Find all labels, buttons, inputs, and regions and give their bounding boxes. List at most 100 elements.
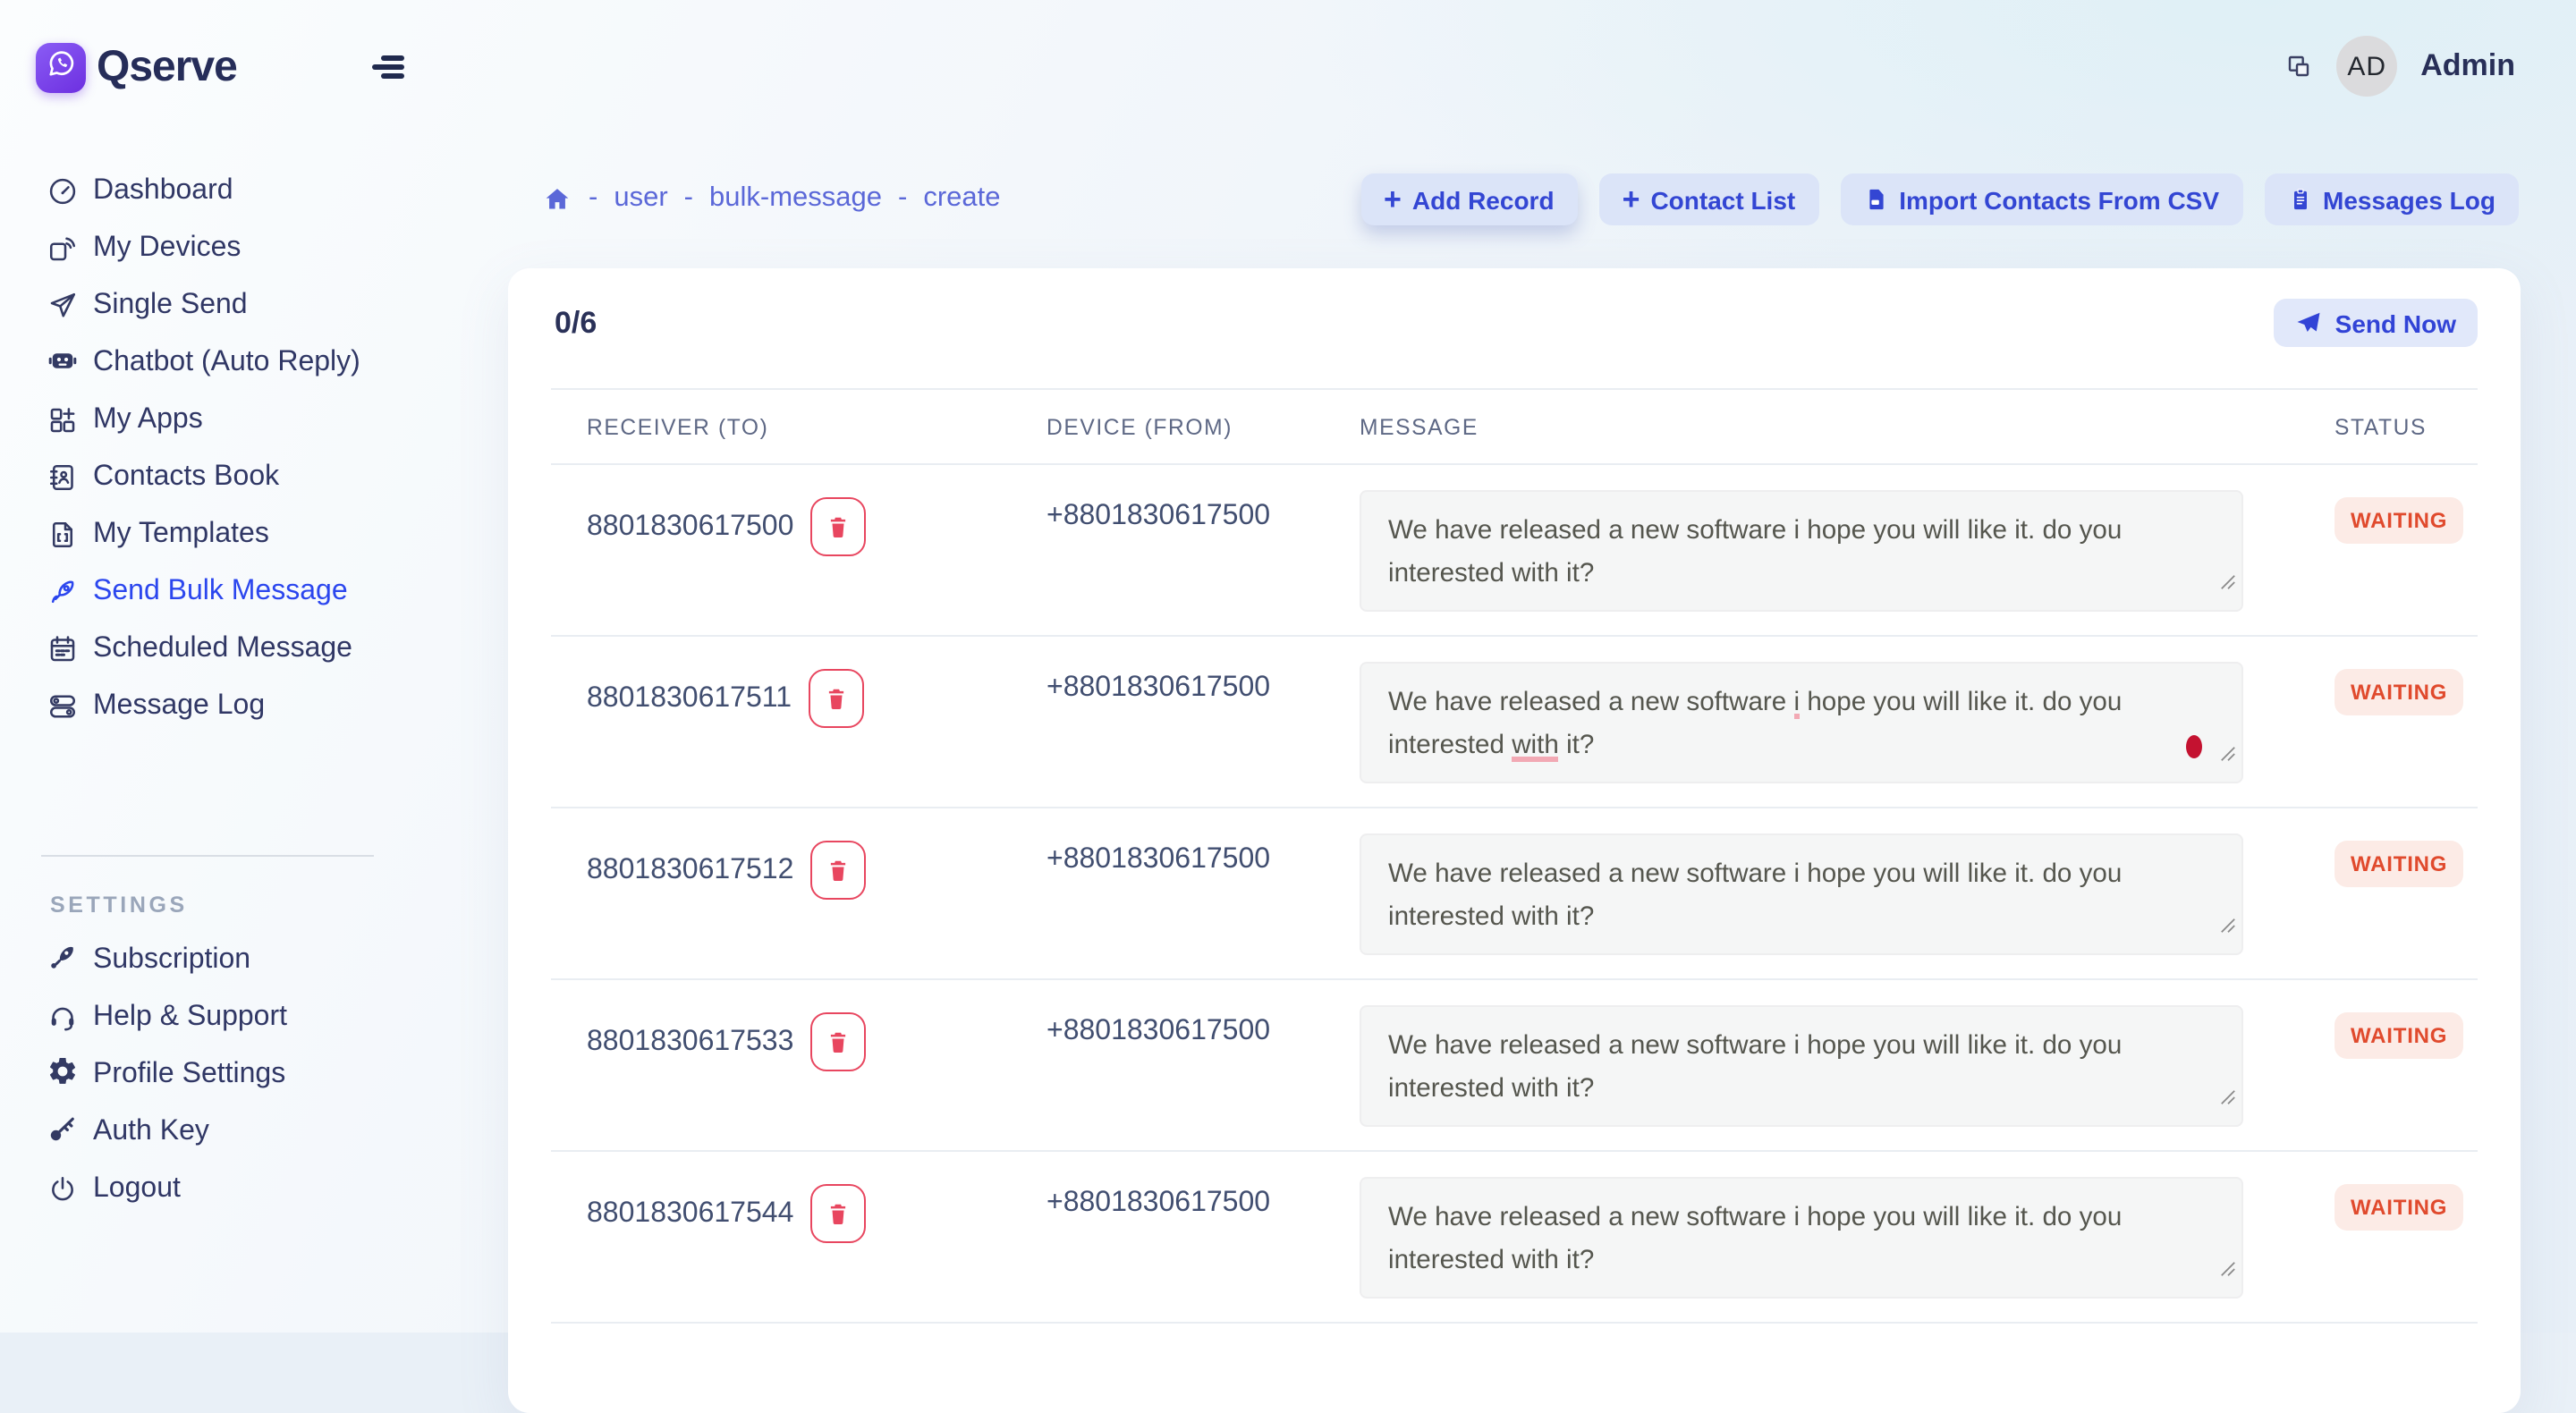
sidebar-item-scheduled-message[interactable]: Scheduled Message	[47, 628, 360, 671]
status-badge: WAITING	[2334, 1012, 2463, 1059]
sidebar-item-subscription[interactable]: Subscription	[47, 939, 287, 982]
table-row: 8801830617511 +8801830617500 We have rel…	[551, 637, 2478, 808]
status-badge: WAITING	[2334, 1184, 2463, 1231]
message-textarea[interactable]: We have released a new software i hope y…	[1360, 490, 2243, 612]
gear-icon	[47, 1054, 79, 1096]
sidebar-item-contacts-book[interactable]: Contacts Book	[47, 456, 360, 499]
sidebar-item-label: Scheduled Message	[93, 633, 352, 665]
device-number: +8801830617500	[1046, 1188, 1360, 1220]
toggles-icon	[47, 690, 79, 723]
sidebar-item-label: My Devices	[93, 233, 241, 265]
resize-handle-icon[interactable]	[2220, 733, 2236, 776]
breadcrumb-bulk-message[interactable]: bulk-message	[709, 182, 882, 215]
sidebar-item-dashboard[interactable]: Dashboard	[47, 170, 360, 213]
sidebar-settings-nav: Subscription Help & Support Profile Sett…	[47, 939, 287, 1211]
message-textarea[interactable]: We have released a new software i hope y…	[1360, 1005, 2243, 1127]
app-root: Qserve AD Admin Dashboard My Devices	[0, 0, 2576, 1333]
breadcrumb-separator: -	[898, 182, 907, 215]
contacts-book-icon	[47, 461, 79, 494]
brand-logo[interactable]	[36, 43, 86, 93]
sidebar-item-single-send[interactable]: Single Send	[47, 284, 360, 327]
table-row: 8801830617500 +8801830617500 We have rel…	[551, 465, 2478, 637]
add-record-button[interactable]: + Add Record	[1360, 173, 1578, 225]
send-now-button[interactable]: Send Now	[2275, 299, 2478, 347]
receiver-number: 8801830617544	[587, 1197, 793, 1230]
sidebar-item-auth-key[interactable]: Auth Key	[47, 1111, 287, 1154]
paper-plane-icon	[47, 290, 79, 322]
import-contacts-csv-button[interactable]: Import Contacts From CSV	[1840, 173, 2242, 225]
sidebar-item-my-apps[interactable]: My Apps	[47, 399, 360, 442]
sidebar-item-label: Contacts Book	[93, 461, 279, 494]
sidebar-divider	[41, 855, 374, 857]
receiver-number: 8801830617512	[587, 854, 793, 886]
home-icon[interactable]	[542, 183, 572, 214]
sidebar-item-profile-settings[interactable]: Profile Settings	[47, 1053, 287, 1096]
messages-log-button[interactable]: Messages Log	[2264, 173, 2519, 225]
sidebar-item-label: Help & Support	[93, 1002, 287, 1034]
delete-row-button[interactable]	[808, 669, 863, 728]
sidebar-item-label: My Templates	[93, 519, 269, 551]
breadcrumb-create[interactable]: create	[923, 182, 1000, 215]
message-textarea[interactable]: We have released a new software i hope y…	[1360, 833, 2243, 955]
avatar[interactable]: AD	[2336, 36, 2397, 97]
headset-icon	[47, 1002, 79, 1034]
receiver-number: 8801830617533	[587, 1026, 793, 1058]
toolbar: + Add Record + Contact List Import Conta…	[1360, 173, 2519, 225]
device-number: +8801830617500	[1046, 673, 1360, 705]
sidebar-item-help-support[interactable]: Help & Support	[47, 996, 287, 1039]
table-row: 8801830617544 +8801830617500 We have rel…	[551, 1152, 2478, 1324]
message-textarea[interactable]: We have released a new software i hope y…	[1360, 662, 2243, 783]
csv-file-icon	[1863, 186, 1888, 213]
sidebar-item-label: Message Log	[93, 690, 265, 723]
delete-row-button[interactable]	[809, 497, 865, 556]
breadcrumb-user[interactable]: user	[614, 182, 667, 215]
breadcrumb-separator: -	[684, 182, 693, 215]
sidebar-item-label: Chatbot (Auto Reply)	[93, 347, 360, 379]
resize-handle-icon[interactable]	[2220, 562, 2236, 605]
breadcrumb-separator: -	[589, 182, 597, 215]
spellcheck-underline: with	[1512, 732, 1559, 762]
status-badge: WAITING	[2334, 841, 2463, 887]
resize-handle-icon[interactable]	[2220, 1077, 2236, 1120]
device-number: +8801830617500	[1046, 501, 1360, 533]
grammar-marker-dot	[2186, 735, 2202, 758]
column-header-message: MESSAGE	[1360, 414, 2334, 439]
robot-icon	[47, 343, 79, 384]
sidebar-settings-heading: SETTINGS	[50, 893, 188, 918]
trash-icon	[824, 856, 851, 884]
rocket-filled-icon	[47, 940, 79, 981]
trash-icon	[824, 1199, 851, 1228]
sidebar-item-label: Logout	[93, 1173, 181, 1206]
sidebar-item-my-templates[interactable]: My Templates	[47, 513, 360, 556]
sidebar-item-label: Subscription	[93, 944, 250, 977]
delete-row-button[interactable]	[809, 841, 865, 900]
sidebar-toggle-button[interactable]	[372, 55, 404, 79]
user-name: Admin	[2420, 48, 2515, 84]
sidebar-item-message-log[interactable]: Message Log	[47, 685, 360, 728]
sidebar-item-chatbot[interactable]: Chatbot (Auto Reply)	[47, 342, 360, 385]
resize-handle-icon[interactable]	[2220, 1248, 2236, 1291]
receiver-number: 8801830617511	[587, 682, 792, 715]
status-badge: WAITING	[2334, 497, 2463, 544]
key-icon	[47, 1112, 79, 1153]
sidebar-item-my-devices[interactable]: My Devices	[47, 227, 360, 270]
plus-icon: +	[1623, 184, 1640, 215]
receiver-number: 8801830617500	[587, 511, 793, 543]
send-plane-icon	[2296, 309, 2323, 336]
sidebar-item-label: My Apps	[93, 404, 203, 436]
delete-row-button[interactable]	[809, 1184, 865, 1243]
trash-icon	[824, 512, 851, 541]
message-textarea[interactable]: We have released a new software i hope y…	[1360, 1177, 2243, 1299]
table-row: 8801830617512 +8801830617500 We have rel…	[551, 808, 2478, 980]
sidebar-item-label: Profile Settings	[93, 1059, 285, 1091]
sidebar-nav: Dashboard My Devices Single Send Chatbot…	[47, 170, 360, 728]
windows-copy-icon[interactable]	[2284, 52, 2313, 80]
sidebar-item-logout[interactable]: Logout	[47, 1168, 287, 1211]
plus-icon: +	[1384, 184, 1402, 215]
resize-handle-icon[interactable]	[2220, 905, 2236, 948]
sidebar-item-send-bulk-message[interactable]: Send Bulk Message	[47, 571, 360, 613]
contact-list-button[interactable]: + Contact List	[1599, 173, 1819, 225]
delete-row-button[interactable]	[809, 1012, 865, 1071]
bulk-message-panel: 0/6 Send Now RECEIVER (TO) DEVICE (FROM)…	[508, 268, 2521, 1413]
column-header-status: STATUS	[2334, 414, 2478, 439]
